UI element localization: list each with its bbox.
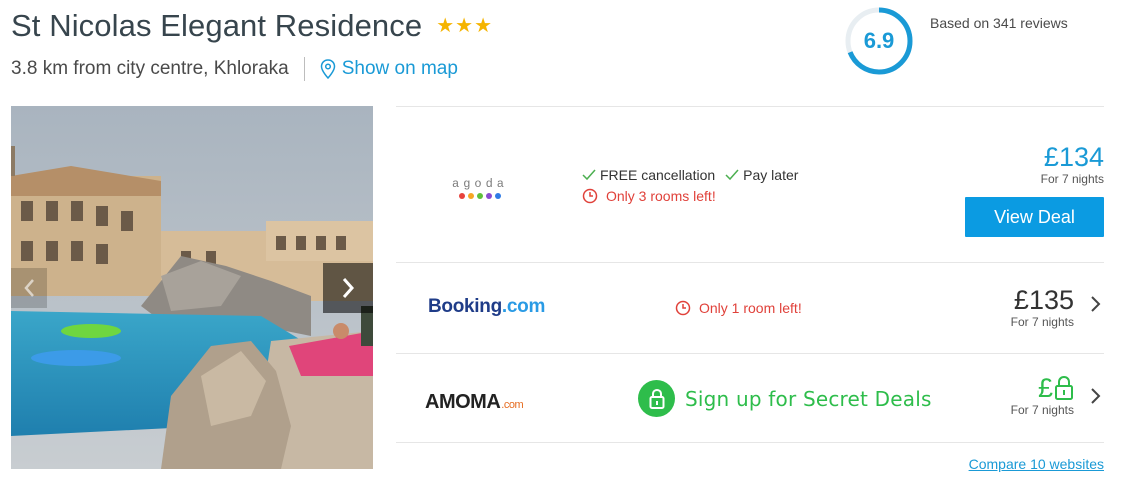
compare-websites-link[interactable]: Compare 10 websites — [969, 456, 1104, 472]
hotel-photo-gallery[interactable] — [11, 106, 373, 469]
booking-logo[interactable]: Booking.com — [428, 296, 545, 318]
divider — [303, 57, 305, 81]
chevron-left-icon — [24, 279, 34, 297]
previous-photo-button[interactable] — [11, 268, 47, 308]
show-on-map-label: Show on map — [341, 58, 458, 79]
amoma-price[interactable]: £ For 7 nights — [1011, 374, 1074, 417]
star-icon: ★ — [436, 15, 455, 37]
next-photo-button[interactable] — [323, 263, 373, 313]
show-on-map-link[interactable]: Show on map — [320, 58, 458, 80]
secret-deals-signup[interactable]: Sign up for Secret Deals — [638, 380, 932, 417]
rating-score: 6.9 — [863, 28, 895, 53]
price-locked: £ — [1011, 374, 1074, 402]
price-nights: For 7 nights — [1010, 403, 1074, 417]
hotel-title-row: St Nicolas Elegant Residence ★ ★ ★ — [11, 8, 492, 44]
booking-price[interactable]: £135 For 7 nights — [1011, 286, 1074, 329]
divider — [396, 353, 1104, 354]
rooms-left-alert: Only 1 room left! — [675, 300, 802, 316]
divider — [396, 106, 1104, 107]
chevron-right-icon[interactable] — [1090, 386, 1102, 412]
lock-icon — [1055, 375, 1073, 400]
location-text: 3.8 km from city centre, Khloraka — [11, 58, 289, 79]
clock-icon — [582, 188, 598, 204]
divider — [396, 442, 1104, 443]
hotel-photo — [11, 106, 373, 469]
agoda-logo-dots — [452, 193, 508, 199]
location-row: 3.8 km from city centre, Khloraka Show o… — [11, 57, 458, 81]
clock-icon — [675, 300, 691, 316]
price-value: £134 — [1043, 142, 1104, 172]
rating-badge[interactable]: 6.9 — [844, 6, 914, 76]
check-icon — [725, 169, 739, 181]
map-pin-icon — [320, 59, 335, 79]
feature-pay-later: Pay later — [725, 167, 798, 183]
agoda-logo[interactable]: agoda — [452, 177, 508, 199]
chevron-right-icon[interactable] — [1090, 294, 1102, 320]
hotel-name: St Nicolas Elegant Residence — [11, 8, 423, 43]
star-icon: ★ — [455, 15, 474, 37]
chevron-right-icon — [342, 278, 355, 298]
review-count: Based on 341 reviews — [930, 15, 1068, 31]
check-icon — [582, 169, 596, 181]
view-deal-button[interactable]: View Deal — [965, 197, 1104, 237]
price-nights: For 7 nights — [1010, 315, 1074, 329]
agoda-logo-text: agoda — [452, 177, 509, 191]
feature-free-cancellation: FREE cancellation — [582, 167, 715, 183]
lock-icon — [638, 380, 675, 417]
agoda-features: FREE cancellation Pay later Only 3 rooms… — [582, 167, 808, 204]
amoma-logo[interactable]: AMOMA .com — [425, 391, 524, 414]
price-nights: For 7 nights — [1040, 172, 1104, 186]
price-value: £135 — [1013, 285, 1074, 315]
divider — [396, 262, 1104, 263]
rooms-left-alert: Only 3 rooms left! — [582, 188, 808, 204]
star-icon: ★ — [474, 15, 493, 37]
star-rating: ★ ★ ★ — [436, 16, 492, 36]
agoda-price[interactable]: £134 For 7 nights — [1041, 143, 1104, 186]
secret-deals-label: Sign up for Secret Deals — [685, 386, 932, 411]
